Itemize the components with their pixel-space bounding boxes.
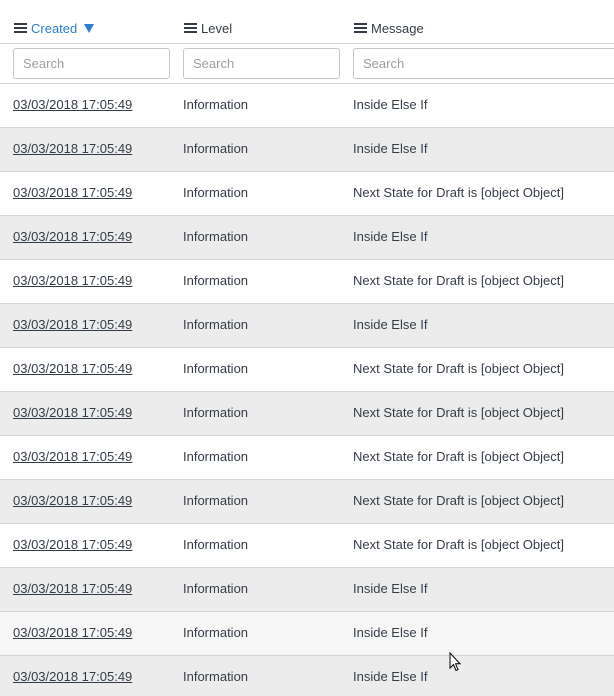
table-row[interactable]: 03/03/2018 17:05:49 Information Next State…: [0, 348, 614, 392]
created-cell: 03/03/2018 17:05:49: [13, 229, 132, 244]
created-link[interactable]: 03/03/2018 17:05:49: [13, 625, 132, 640]
message-cell: Inside Else If: [353, 97, 428, 112]
created-cell: 03/03/2018 17:05:49: [13, 317, 132, 332]
column-header-row: Created Level Message: [0, 0, 614, 44]
level-cell: Information: [183, 141, 249, 156]
column-header-created[interactable]: Created: [14, 19, 95, 37]
message-cell: Next State for Draft is [object Object]: [353, 493, 564, 508]
created-cell: 03/03/2018 17:05:49: [13, 405, 132, 420]
created-search-input[interactable]: [13, 48, 170, 79]
message-cell: Inside Else If: [353, 625, 428, 640]
level-cell: Information: [183, 537, 249, 552]
message-cell: Inside Else If: [353, 229, 428, 244]
table-row[interactable]: 03/03/2018 17:05:49 Information Next State…: [0, 392, 614, 436]
created-link[interactable]: 03/03/2018 17:05:49: [13, 361, 132, 376]
table-row[interactable]: 03/03/2018 17:05:49 Information Inside Els…: [0, 216, 614, 260]
created-cell: 03/03/2018 17:05:49: [13, 625, 132, 640]
table-row[interactable]: 03/03/2018 17:05:49 Information Next State…: [0, 524, 614, 568]
table-row[interactable]: 03/03/2018 17:05:49 Information Inside Els…: [0, 612, 614, 656]
table-row[interactable]: 03/03/2018 17:05:49 Information Inside Els…: [0, 84, 614, 128]
created-link[interactable]: 03/03/2018 17:05:49: [13, 405, 132, 420]
message-search-input[interactable]: [353, 48, 614, 79]
message-cell: Next State for Draft is [object Object]: [353, 361, 564, 376]
created-cell: 03/03/2018 17:05:49: [13, 273, 132, 288]
level-cell: Information: [183, 229, 249, 244]
created-cell: 03/03/2018 17:05:49: [13, 449, 132, 464]
column-header-level[interactable]: Level: [184, 19, 232, 37]
message-cell: Next State for Draft is [object Object]: [353, 405, 564, 420]
level-cell: Information: [183, 625, 249, 640]
created-link[interactable]: 03/03/2018 17:05:49: [13, 669, 132, 684]
message-cell: Inside Else If: [353, 581, 428, 596]
sort-descending-icon[interactable]: [84, 23, 95, 33]
level-cell: Information: [183, 361, 249, 376]
table-row[interactable]: 03/03/2018 17:05:49 Information Inside Els…: [0, 656, 614, 696]
level-cell: Information: [183, 449, 249, 464]
column-header-message-label[interactable]: Message: [371, 21, 424, 36]
column-menu-icon[interactable]: [14, 22, 27, 34]
level-cell: Information: [183, 97, 249, 112]
created-link[interactable]: 03/03/2018 17:05:49: [13, 185, 132, 200]
level-search-input[interactable]: [183, 48, 340, 79]
created-link[interactable]: 03/03/2018 17:05:49: [13, 97, 132, 112]
created-link[interactable]: 03/03/2018 17:05:49: [13, 581, 132, 596]
column-menu-icon[interactable]: [354, 22, 367, 34]
created-cell: 03/03/2018 17:05:49: [13, 669, 132, 684]
message-cell: Next State for Draft is [object Object]: [353, 537, 564, 552]
table-row[interactable]: 03/03/2018 17:05:49 Information Inside Els…: [0, 304, 614, 348]
table-body: 03/03/2018 17:05:49 Information Inside Els…: [0, 84, 614, 696]
column-menu-icon[interactable]: [184, 22, 197, 34]
level-cell: Information: [183, 669, 249, 684]
column-header-level-label[interactable]: Level: [201, 21, 232, 36]
message-cell: Inside Else If: [353, 669, 428, 684]
column-header-created-label[interactable]: Created: [31, 21, 77, 36]
table-row[interactable]: 03/03/2018 17:05:49 Information Inside Els…: [0, 568, 614, 612]
created-link[interactable]: 03/03/2018 17:05:49: [13, 537, 132, 552]
search-row: [0, 44, 614, 84]
level-cell: Information: [183, 317, 249, 332]
level-cell: Information: [183, 493, 249, 508]
level-cell: Information: [183, 581, 249, 596]
table-row[interactable]: 03/03/2018 17:05:49 Information Next State…: [0, 172, 614, 216]
level-cell: Information: [183, 273, 249, 288]
created-cell: 03/03/2018 17:05:49: [13, 361, 132, 376]
message-cell: Next State for Draft is [object Object]: [353, 185, 564, 200]
message-cell: Inside Else If: [353, 317, 428, 332]
created-cell: 03/03/2018 17:05:49: [13, 493, 132, 508]
created-cell: 03/03/2018 17:05:49: [13, 581, 132, 596]
created-link[interactable]: 03/03/2018 17:05:49: [13, 229, 132, 244]
table-row[interactable]: 03/03/2018 17:05:49 Information Next State…: [0, 480, 614, 524]
created-link[interactable]: 03/03/2018 17:05:49: [13, 449, 132, 464]
log-list: Created Level Message 03/03/2018 17:05:4…: [0, 0, 614, 696]
created-cell: 03/03/2018 17:05:49: [13, 97, 132, 112]
created-cell: 03/03/2018 17:05:49: [13, 141, 132, 156]
message-cell: Next State for Draft is [object Object]: [353, 449, 564, 464]
table-row[interactable]: 03/03/2018 17:05:49 Information Next State…: [0, 260, 614, 304]
table-row[interactable]: 03/03/2018 17:05:49 Information Inside Els…: [0, 128, 614, 172]
message-cell: Next State for Draft is [object Object]: [353, 273, 564, 288]
created-link[interactable]: 03/03/2018 17:05:49: [13, 273, 132, 288]
created-cell: 03/03/2018 17:05:49: [13, 537, 132, 552]
created-cell: 03/03/2018 17:05:49: [13, 185, 132, 200]
message-cell: Inside Else If: [353, 141, 428, 156]
table-row[interactable]: 03/03/2018 17:05:49 Information Next State…: [0, 436, 614, 480]
created-link[interactable]: 03/03/2018 17:05:49: [13, 493, 132, 508]
column-header-message[interactable]: Message: [354, 19, 424, 37]
created-link[interactable]: 03/03/2018 17:05:49: [13, 317, 132, 332]
created-link[interactable]: 03/03/2018 17:05:49: [13, 141, 132, 156]
level-cell: Information: [183, 405, 249, 420]
level-cell: Information: [183, 185, 249, 200]
